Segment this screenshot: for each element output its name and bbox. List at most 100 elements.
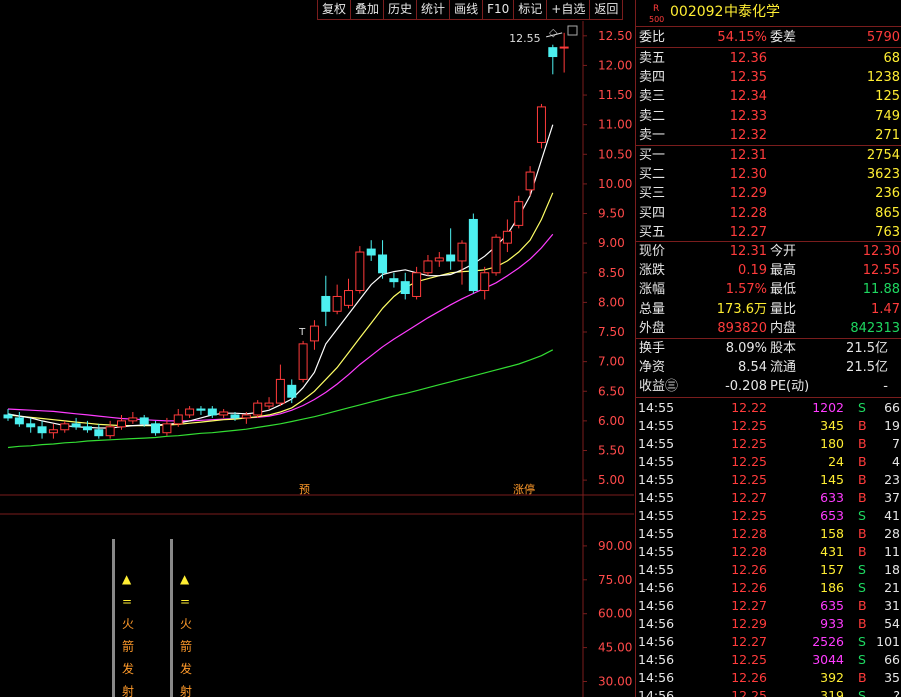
candle-body[interactable] [94,429,104,437]
toolbar-button-2[interactable]: 历史 [383,0,418,20]
event-marker-limitup[interactable]: 涨停 [513,482,535,496]
candle-body[interactable] [514,201,524,226]
candle-body[interactable] [139,417,149,425]
candle-body[interactable] [48,429,58,434]
trade-row: 14:56 12.25 3044 S 66 [636,651,901,669]
candle-body[interactable] [366,248,376,256]
trade-row: 14:56 12.26 186 S 21 [636,579,901,597]
fund-label: 净资 [639,360,666,376]
trade-side: S [858,508,866,523]
trade-count: 28 [884,526,900,541]
candle-body[interactable] [536,106,546,143]
candle-body[interactable] [60,423,70,431]
level-price: 12.35 [729,70,767,86]
candle-body[interactable] [298,343,308,380]
candle-body[interactable] [355,251,365,292]
candle-body[interactable] [26,423,36,428]
candle-body[interactable] [389,278,399,283]
toolbar-button-7[interactable]: +自选 [546,0,591,20]
candle-body[interactable] [128,417,138,422]
toolbar-button-0[interactable]: 复权 [317,0,352,20]
toolbar-button-4[interactable]: 画线 [449,0,484,20]
candle-body[interactable] [446,254,456,262]
candle-body[interactable] [559,46,569,49]
trade-price: 12.26 [731,562,767,577]
trade-time: 14:55 [638,436,675,451]
candle-body[interactable] [151,423,161,434]
stat-value: 11.88 [862,282,900,298]
toolbar-button-3[interactable]: 统计 [416,0,451,20]
candle-body[interactable] [412,272,422,297]
candle-body[interactable] [117,420,126,428]
candle-body[interactable] [219,411,229,416]
trade-side: B [858,436,867,451]
trade-side: B [858,670,867,685]
price-tick-label: 8.50 [598,266,625,280]
indicator-tick-label: 90.00 [598,539,632,553]
price-tick-label: 11.50 [598,88,632,102]
level-price: 12.36 [729,51,767,66]
candle-body[interactable] [548,47,558,58]
stat-label: 涨跌 [639,263,666,279]
candle-body[interactable] [344,290,353,306]
kline-chart[interactable]: ◇ 12.50 12.00 11.50 11.00 10.50 10.00 9.50 9.00 8… [0,21,634,697]
candle-body[interactable] [207,408,217,416]
chart-toolbar: 复权 叠加 历史 统计 画线 F10 标记 +自选 返回 [317,0,624,20]
candle-body[interactable] [321,295,331,312]
candle-body[interactable] [162,423,172,434]
toolbar-button-5[interactable]: F10 [482,0,515,20]
candle-body[interactable] [423,260,433,274]
candle-body[interactable] [14,417,24,425]
trade-price: 12.29 [731,616,767,631]
candle-body[interactable] [400,281,410,295]
candle-body[interactable] [37,426,47,434]
candle-body[interactable] [173,414,183,425]
toolbar-button-6[interactable]: 标记 [513,0,548,20]
fund-row: 净资 8.54 流通 21.5亿 [636,358,901,377]
candle-body[interactable] [287,384,297,398]
candle-body[interactable] [434,257,444,262]
candle-body[interactable] [491,236,501,274]
stat-label: 总量 [639,301,666,317]
trade-time: 14:56 [638,616,675,631]
level-label: 卖三 [639,89,666,105]
stock-name: 中泰化学 [724,4,780,20]
price-tick-label: 5.50 [598,443,625,457]
candle-body[interactable] [332,295,342,312]
asks-row: 卖五 12.36 68 [636,49,901,68]
event-marker-pre[interactable]: 预 [299,483,310,496]
candle-body[interactable] [253,402,263,416]
candle-body[interactable] [480,272,490,292]
t-marker-icon: T [298,327,306,338]
trade-volume: 635 [820,598,844,613]
candle-body[interactable] [105,426,115,437]
window-icon[interactable] [567,25,578,36]
candle-body[interactable] [502,230,512,244]
candle-body[interactable] [196,408,206,411]
candle-body[interactable] [185,408,195,416]
trade-row: 14:56 12.25 319 S? [636,687,901,697]
candle-body[interactable] [275,378,285,404]
stat-label: 最高 [770,263,797,279]
candle-body[interactable] [82,426,92,431]
price-tick-label: 9.00 [598,236,625,250]
level-price: 12.29 [729,186,767,202]
candle-body[interactable] [525,171,535,191]
tick-trades: 14:55 12.22 1202 S 66 14:55 12.25 345 B 19 14:55 12… [636,399,901,697]
candle-body[interactable] [3,414,13,419]
candle-body[interactable] [309,325,319,342]
candle-body[interactable] [457,242,467,262]
toolbar-button-1[interactable]: 叠加 [350,0,385,20]
candle-body[interactable] [264,402,274,407]
candle-body[interactable] [241,414,251,419]
candle-body[interactable] [71,423,81,428]
trade-side: B [858,472,867,487]
diamond-icon[interactable]: ◇ [549,26,558,39]
toolbar-button-8[interactable]: 返回 [589,0,624,20]
price-tick-label: 8.00 [598,295,625,309]
level-volume: 2754 [866,148,900,163]
candle-body[interactable] [230,414,240,419]
candle-body[interactable] [468,218,478,292]
candle-body[interactable] [378,254,388,274]
quote-panel: R 500 002092 中泰化学 委比 54.15% 委差 5790 卖五 12… [635,0,901,697]
